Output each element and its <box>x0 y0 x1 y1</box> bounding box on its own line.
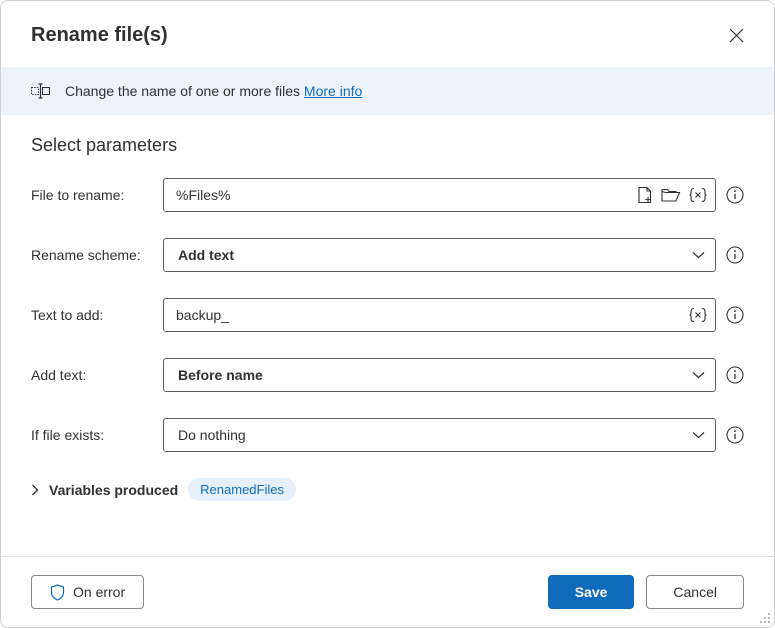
variables-produced-row: Variables produced RenamedFiles <box>31 478 744 501</box>
row-text-to-add: Text to add: <box>31 298 744 332</box>
rename-scheme-select[interactable]: Add text <box>163 238 716 272</box>
dialog-content: Select parameters File to rename: <box>1 115 774 556</box>
variable-icon <box>689 307 707 323</box>
file-to-rename-input[interactable] <box>176 187 637 203</box>
on-error-label: On error <box>73 584 125 600</box>
add-text-select[interactable]: Before name <box>163 358 716 392</box>
rename-scheme-value: Add text <box>178 247 234 263</box>
save-button[interactable]: Save <box>548 575 635 609</box>
row-file-to-rename: File to rename: <box>31 178 744 212</box>
file-to-rename-input-wrap[interactable] <box>163 178 716 212</box>
chevron-right-icon <box>31 484 39 496</box>
row-if-file-exists: If file exists: Do nothing <box>31 418 744 452</box>
label-if-file-exists: If file exists: <box>31 427 155 443</box>
help-file-to-rename[interactable] <box>726 186 744 204</box>
rename-action-icon <box>31 83 51 99</box>
on-error-button[interactable]: On error <box>31 575 144 609</box>
label-add-text: Add text: <box>31 367 155 383</box>
dialog-footer: On error Save Cancel <box>1 556 774 627</box>
row-add-text: Add text: Before name <box>31 358 744 392</box>
variable-icon <box>689 187 707 203</box>
section-title: Select parameters <box>31 135 744 156</box>
info-banner: Change the name of one or more files Mor… <box>1 67 774 115</box>
text-to-add-input-wrap[interactable] <box>163 298 716 332</box>
info-icon <box>726 426 744 444</box>
help-rename-scheme[interactable] <box>726 246 744 264</box>
label-file-to-rename: File to rename: <box>31 187 155 203</box>
if-file-exists-select[interactable]: Do nothing <box>163 418 716 452</box>
info-icon <box>726 246 744 264</box>
text-to-add-input[interactable] <box>176 307 689 323</box>
row-rename-scheme: Rename scheme: Add text <box>31 238 744 272</box>
shield-icon <box>50 584 65 601</box>
help-add-text[interactable] <box>726 366 744 384</box>
variable-pill-renamedfiles[interactable]: RenamedFiles <box>188 478 296 501</box>
info-icon <box>726 306 744 324</box>
close-button[interactable] <box>724 23 748 47</box>
close-icon <box>729 28 744 43</box>
dialog-title: Rename file(s) <box>31 24 168 47</box>
select-folder-button[interactable] <box>661 188 681 203</box>
if-file-exists-value: Do nothing <box>178 427 246 443</box>
file-icon <box>637 186 653 204</box>
variables-expand-toggle[interactable] <box>31 484 39 496</box>
save-label: Save <box>575 584 608 600</box>
dialog-header: Rename file(s) <box>1 1 774 67</box>
cancel-button[interactable]: Cancel <box>646 575 744 609</box>
folder-icon <box>661 188 681 203</box>
variables-produced-label: Variables produced <box>49 482 178 498</box>
text-variable-button[interactable] <box>689 307 707 323</box>
help-if-file-exists[interactable] <box>726 426 744 444</box>
chevron-down-icon <box>692 431 705 439</box>
info-icon <box>726 366 744 384</box>
label-text-to-add: Text to add: <box>31 307 155 323</box>
select-variable-button[interactable] <box>689 187 707 203</box>
select-file-button[interactable] <box>637 186 653 204</box>
banner-description: Change the name of one or more files <box>65 83 300 99</box>
info-banner-text: Change the name of one or more files Mor… <box>65 83 362 99</box>
chevron-down-icon <box>692 371 705 379</box>
rename-files-dialog: Rename file(s) Change the name of one or… <box>0 0 775 628</box>
add-text-value: Before name <box>178 367 263 383</box>
more-info-link[interactable]: More info <box>304 83 362 99</box>
cancel-label: Cancel <box>673 584 717 600</box>
help-text-to-add[interactable] <box>726 306 744 324</box>
chevron-down-icon <box>692 251 705 259</box>
info-icon <box>726 186 744 204</box>
resize-grip-icon[interactable] <box>759 612 771 624</box>
label-rename-scheme: Rename scheme: <box>31 247 155 263</box>
